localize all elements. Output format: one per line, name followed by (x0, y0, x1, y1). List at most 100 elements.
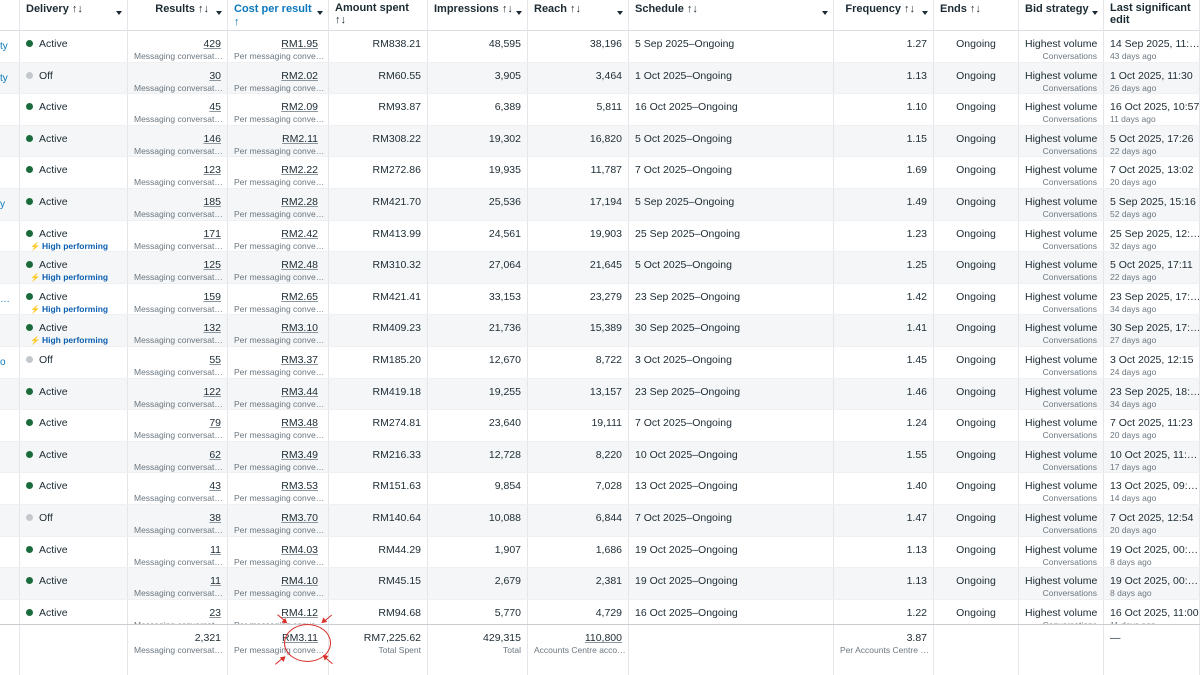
cost-per-result-value[interactable]: RM2.02 (234, 63, 322, 83)
table-row[interactable]: Active 11 Messaging conversat… RM4.10 Pe… (0, 568, 1200, 600)
cost-per-result-value[interactable]: RM2.48 (234, 252, 322, 272)
column-header-cost-per-result[interactable]: Cost per result ↑ (228, 0, 329, 31)
results-value[interactable]: 55 (134, 347, 221, 367)
table-row[interactable]: ty Active 429 Messaging conversat… RM1.9… (0, 31, 1200, 63)
table-row[interactable]: Active ⚡ High performing 171 Messaging co… (0, 220, 1200, 253)
results-value[interactable]: 125 (134, 252, 221, 272)
ad-name-fragment[interactable]: ty (0, 73, 8, 84)
table-row[interactable]: Active 79 Messaging conversat… RM3.48 Pe… (0, 410, 1200, 442)
cost-per-result-value[interactable]: RM2.22 (234, 157, 322, 177)
results-value[interactable]: 43 (134, 473, 221, 493)
cost-per-result-value[interactable]: RM3.48 (234, 410, 322, 430)
ad-name-fragment[interactable]: … (0, 294, 10, 305)
cost-per-result-value[interactable]: RM4.10 (234, 568, 322, 588)
cost-per-result-value[interactable]: RM3.70 (234, 505, 322, 525)
table-row[interactable]: Active 43 Messaging conversat… RM3.53 Pe… (0, 473, 1200, 505)
ad-name-fragment[interactable]: y (0, 199, 5, 210)
table-row[interactable]: Active 146 Messaging conversat… RM2.11 P… (0, 125, 1200, 158)
ad-name-edge[interactable] (0, 94, 20, 125)
results-value[interactable]: 122 (134, 379, 221, 399)
column-header-impressions[interactable]: Impressions ↑↓ (428, 0, 528, 31)
table-row[interactable]: Active 123 Messaging conversat… RM2.22 P… (0, 157, 1200, 189)
results-value[interactable]: 38 (134, 505, 221, 525)
ad-name-edge[interactable] (0, 441, 20, 473)
column-header-amount-spent[interactable]: Amount spent ↑↓ (329, 0, 428, 31)
ad-name-edge[interactable] (0, 252, 20, 283)
cost-per-result-value[interactable]: RM3.44 (234, 379, 322, 399)
ad-name-edge[interactable] (0, 220, 20, 252)
results-value[interactable]: 79 (134, 410, 221, 430)
chevron-down-icon[interactable] (317, 11, 323, 15)
table-row[interactable]: ty Off 30 Messaging conversat… RM2.02 Pe… (0, 62, 1200, 95)
cost-per-result-value[interactable]: RM2.11 (234, 126, 322, 146)
ad-name-edge[interactable] (0, 568, 20, 599)
sort-icon[interactable]: ↑↓ (687, 3, 698, 15)
chevron-down-icon[interactable] (617, 11, 623, 15)
results-value[interactable]: 23 (134, 600, 221, 620)
results-value[interactable]: 429 (134, 31, 221, 51)
results-value[interactable]: 123 (134, 157, 221, 177)
ad-name-edge[interactable]: ty (0, 62, 20, 94)
ad-name-edge[interactable] (0, 125, 20, 157)
totals-reach-value[interactable]: 110,800 (534, 625, 622, 645)
sort-icon[interactable]: ↑ (234, 16, 322, 29)
cost-per-result-value[interactable]: RM4.03 (234, 537, 322, 557)
ad-name-edge[interactable] (0, 504, 20, 536)
chevron-down-icon[interactable] (516, 11, 522, 15)
column-header-delivery[interactable]: Delivery ↑↓ (20, 0, 128, 31)
sort-icon[interactable]: ↑↓ (72, 3, 83, 15)
table-row[interactable]: Active 122 Messaging conversat… RM3.44 P… (0, 378, 1200, 411)
sort-icon[interactable]: ↑↓ (198, 3, 209, 15)
totals-reach[interactable]: 110,800 Accounts Centre acco… (528, 625, 629, 675)
cost-per-result-value[interactable]: RM1.95 (234, 31, 322, 51)
results-value[interactable]: 45 (134, 94, 221, 114)
cost-per-result-value[interactable]: RM2.42 (234, 221, 322, 241)
results-value[interactable]: 30 (134, 63, 221, 83)
table-row[interactable]: Active 45 Messaging conversat… RM2.09 Pe… (0, 94, 1200, 126)
results-value[interactable]: 146 (134, 126, 221, 146)
ad-name-edge[interactable] (0, 410, 20, 441)
ad-name-edge[interactable] (0, 315, 20, 346)
table-row[interactable]: y Active 185 Messaging conversat… RM2.28… (0, 188, 1200, 221)
cost-per-result-value[interactable]: RM3.10 (234, 315, 322, 335)
ad-name-edge[interactable]: y (0, 188, 20, 220)
ad-name-edge[interactable]: ty (0, 31, 20, 62)
chevron-down-icon[interactable] (922, 11, 928, 15)
results-value[interactable]: 62 (134, 442, 221, 462)
cost-per-result-value[interactable]: RM2.28 (234, 189, 322, 209)
table-row[interactable]: o Off 55 Messaging conversat… RM3.37 Per… (0, 346, 1200, 379)
ad-name-edge[interactable]: o (0, 346, 20, 378)
ad-name-edge[interactable] (0, 157, 20, 188)
table-row[interactable]: Active ⚡ High performing 125 Messaging co… (0, 252, 1200, 284)
table-row[interactable]: Active 11 Messaging conversat… RM4.03 Pe… (0, 536, 1200, 569)
totals-cost-per-result[interactable]: RM3.11 Per messaging conve… (228, 625, 329, 675)
table-row[interactable]: … Active ⚡ High performing 159 Messaging … (0, 283, 1200, 316)
cost-per-result-value[interactable]: RM3.53 (234, 473, 322, 493)
results-value[interactable]: 11 (134, 568, 221, 588)
ad-name-fragment[interactable]: o (0, 357, 6, 368)
chevron-down-icon[interactable] (116, 11, 122, 15)
cost-per-result-value[interactable]: RM2.09 (234, 94, 322, 114)
ad-name-edge[interactable] (0, 473, 20, 504)
results-value[interactable]: 185 (134, 189, 221, 209)
sort-icon[interactable]: ↑↓ (335, 14, 421, 26)
table-row[interactable]: Active 62 Messaging conversat… RM3.49 Pe… (0, 441, 1200, 474)
column-header-reach[interactable]: Reach ↑↓ (528, 0, 629, 31)
sort-icon[interactable]: ↑↓ (904, 3, 915, 15)
chevron-down-icon[interactable] (1092, 11, 1098, 15)
sort-icon[interactable]: ↑↓ (570, 3, 581, 15)
totals-cpr-value[interactable]: RM3.11 (234, 625, 322, 645)
column-header-results[interactable]: Results ↑↓ (128, 0, 228, 31)
column-header-ends[interactable]: Ends ↑↓ (934, 0, 1019, 31)
ad-name-fragment[interactable]: ty (0, 41, 8, 52)
results-value[interactable]: 11 (134, 537, 221, 557)
column-header-frequency[interactable]: Frequency ↑↓ (834, 0, 934, 31)
ad-name-edge[interactable] (0, 536, 20, 568)
results-value[interactable]: 132 (134, 315, 221, 335)
chevron-down-icon[interactable] (822, 11, 828, 15)
results-value[interactable]: 171 (134, 221, 221, 241)
column-header-bid-strategy[interactable]: Bid strategy (1019, 0, 1104, 31)
ad-name-edge[interactable]: … (0, 283, 20, 315)
cost-per-result-value[interactable]: RM3.37 (234, 347, 322, 367)
results-value[interactable]: 159 (134, 284, 221, 304)
